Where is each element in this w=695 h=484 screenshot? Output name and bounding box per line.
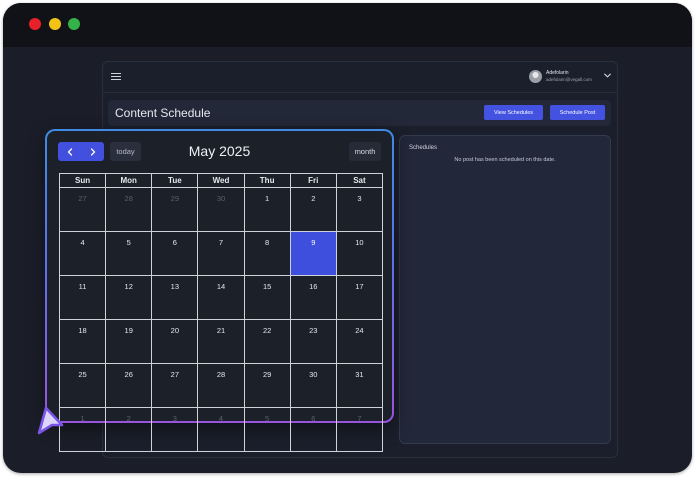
calendar-day-cell[interactable]: 3: [151, 407, 199, 452]
calendar-day-cell[interactable]: 12: [105, 275, 153, 320]
calendar-day-cell[interactable]: 11: [58, 275, 107, 320]
schedules-title: Schedules: [409, 145, 438, 151]
calendar-day-cell[interactable]: 6: [289, 407, 337, 452]
calendar-day-cell[interactable]: 2: [289, 187, 337, 232]
calendar-day-cell[interactable]: 14: [197, 275, 245, 320]
close-window-button[interactable]: [29, 18, 41, 30]
calendar-day-cell[interactable]: 7: [335, 407, 384, 452]
calendar: today May 2025 month Sun Mon Tue Wed Thu…: [47, 131, 392, 452]
calendar-title: May 2025: [188, 143, 251, 159]
calendar-day-cell[interactable]: 28: [105, 187, 153, 232]
calendar-day-cell-selected[interactable]: 9: [289, 231, 337, 276]
page-header: Content Schedule View Schedules Schedule…: [108, 100, 611, 126]
calendar-day-cell[interactable]: 4: [58, 231, 107, 276]
calendar-day-cell[interactable]: 10: [335, 231, 384, 276]
maximize-window-button[interactable]: [68, 18, 80, 30]
calendar-day-cell[interactable]: 17: [335, 275, 384, 320]
calendar-day-cell[interactable]: 25: [58, 363, 107, 408]
calendar-week-row: 4 5 6 7 8 9 10: [58, 231, 384, 276]
calendar-week-row: 27 28 29 30 1 2 3: [58, 187, 384, 232]
weekday-mon: Mon: [105, 173, 153, 188]
weekday-fri: Fri: [289, 173, 337, 188]
weekday-sat: Sat: [335, 173, 384, 188]
weekday-header-row: Sun Mon Tue Wed Thu Fri Sat: [58, 173, 384, 188]
window-titlebar: [3, 3, 692, 47]
cursor-arrow-icon: [37, 406, 64, 435]
weekday-tue: Tue: [151, 173, 199, 188]
calendar-day-cell[interactable]: 4: [197, 407, 245, 452]
calendar-day-cell[interactable]: 31: [335, 363, 384, 408]
calendar-day-cell[interactable]: 3: [335, 187, 384, 232]
calendar-day-cell[interactable]: 24: [335, 319, 384, 364]
calendar-day-cell[interactable]: 5: [243, 407, 291, 452]
page-title: Content Schedule: [115, 106, 211, 120]
calendar-day-cell[interactable]: 15: [243, 275, 291, 320]
weekday-wed: Wed: [197, 173, 245, 188]
calendar-day-cell[interactable]: 27: [58, 187, 107, 232]
calendar-card: today May 2025 month Sun Mon Tue Wed Thu…: [45, 129, 394, 452]
calendar-day-cell[interactable]: 20: [151, 319, 199, 364]
calendar-day-cell[interactable]: 19: [105, 319, 153, 364]
calendar-week-row: 1 2 3 4 5 6 7: [58, 407, 384, 452]
top-navbar: Adefolarin adefolarin@vegall.com: [103, 62, 617, 93]
calendar-day-cell[interactable]: 21: [197, 319, 245, 364]
avatar[interactable]: [529, 70, 542, 83]
calendar-day-cell[interactable]: 16: [289, 275, 337, 320]
calendar-day-cell[interactable]: 2: [105, 407, 153, 452]
calendar-day-cell[interactable]: 27: [151, 363, 199, 408]
calendar-day-cell[interactable]: 6: [151, 231, 199, 276]
minimize-window-button[interactable]: [49, 18, 61, 30]
calendar-day-cell[interactable]: 13: [151, 275, 199, 320]
calendar-day-cell[interactable]: 29: [243, 363, 291, 408]
calendar-week-row: 11 12 13 14 15 16 17: [58, 275, 384, 320]
hamburger-icon[interactable]: [111, 73, 121, 81]
weekday-sun: Sun: [58, 173, 107, 188]
calendar-day-cell[interactable]: 28: [197, 363, 245, 408]
calendar-day-cell[interactable]: 18: [58, 319, 107, 364]
calendar-grid: Sun Mon Tue Wed Thu Fri Sat 27 28 29 30: [58, 173, 384, 452]
calendar-day-cell[interactable]: 7: [197, 231, 245, 276]
calendar-day-cell[interactable]: 1: [243, 187, 291, 232]
app-window: Adefolarin adefolarin@vegall.com Content…: [3, 3, 692, 473]
view-schedules-button[interactable]: View Schedules: [484, 105, 543, 120]
calendar-day-cell[interactable]: 30: [197, 187, 245, 232]
calendar-day-cell[interactable]: 8: [243, 231, 291, 276]
calendar-week-row: 18 19 20 21 22 23 24: [58, 319, 384, 364]
schedules-panel: Schedules No post has been scheduled on …: [399, 135, 611, 444]
user-name: Adefolarin: [546, 70, 569, 76]
calendar-day-cell[interactable]: 5: [105, 231, 153, 276]
calendar-day-cell[interactable]: 22: [243, 319, 291, 364]
chevron-down-icon[interactable]: [604, 73, 611, 78]
month-view-button[interactable]: month: [349, 142, 381, 161]
schedule-post-button[interactable]: Schedule Post: [550, 105, 605, 120]
weekday-thu: Thu: [243, 173, 291, 188]
user-email: adefolarin@vegall.com: [546, 77, 592, 82]
calendar-day-cell[interactable]: 26: [105, 363, 153, 408]
calendar-day-cell[interactable]: 29: [151, 187, 199, 232]
calendar-week-row: 25 26 27 28 29 30 31: [58, 363, 384, 408]
calendar-day-cell[interactable]: 23: [289, 319, 337, 364]
schedules-empty-message: No post has been scheduled on this date.: [454, 157, 556, 163]
calendar-day-cell[interactable]: 30: [289, 363, 337, 408]
